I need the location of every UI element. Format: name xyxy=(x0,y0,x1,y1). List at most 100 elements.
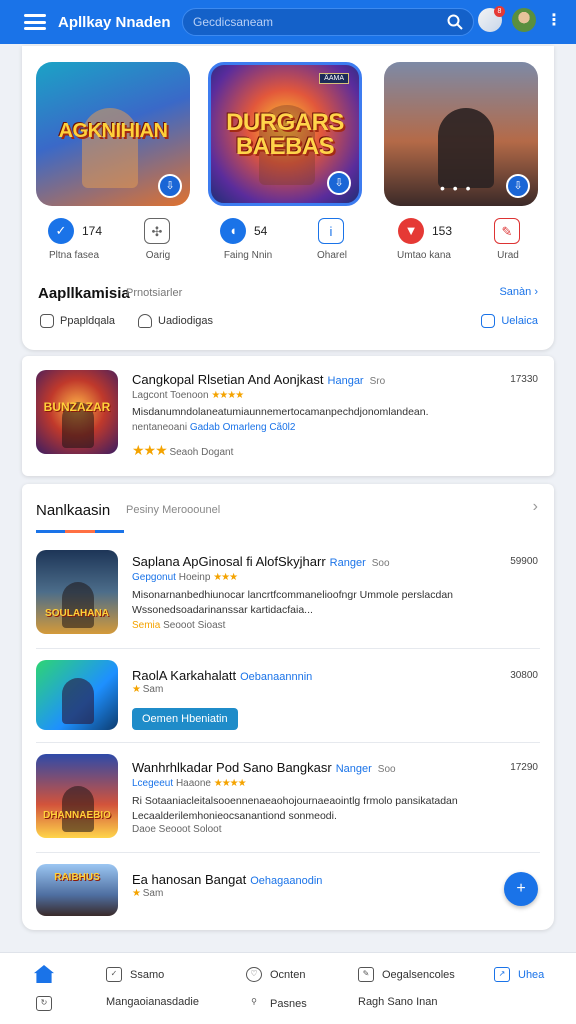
app-name: Saplana ApGinosal fi AlofSkyjharr xyxy=(132,554,326,569)
app-count: 30800 xyxy=(510,670,538,681)
heart-icon: ♡ xyxy=(246,967,262,982)
chip-filter-1[interactable]: Ppapldqala xyxy=(40,314,115,328)
app-sub-tag: Soo xyxy=(371,558,390,569)
app-name: Cangkopal Rlsetian And Aonjkast xyxy=(132,372,324,387)
app-name: Ea hanosan Bangat xyxy=(132,872,247,887)
app-title[interactable]: Cangkopal Rlsetian And Aonjkast Hangar Sro xyxy=(132,372,385,387)
nav-item-5[interactable]: ↻ xyxy=(36,996,60,1011)
app-title[interactable]: Saplana ApGinosal fi AlofSkyjharr Ranger S… xyxy=(132,554,390,569)
featured-tile-1[interactable]: AGKNIHIAN ⇩ xyxy=(36,62,190,206)
search-bar[interactable] xyxy=(182,8,474,36)
app-meta-2-link[interactable]: Gadab Omarleng Cã0l2 xyxy=(190,422,296,433)
app-thumbnail[interactable]: DHANNAEBIO xyxy=(36,754,118,838)
soldier-figure xyxy=(438,108,494,188)
app-meta-link[interactable]: Gepgonut xyxy=(132,572,176,583)
thumbnail-title: BUNZAZAR xyxy=(43,400,111,414)
app-meta-text: Haaone xyxy=(175,778,211,789)
game-art-title: AGKNIHIAN xyxy=(58,120,168,142)
edit-icon: ✎ xyxy=(358,967,374,982)
corner-label: ÄAMA xyxy=(319,73,349,84)
app-bar: Apllkay Nnaden 8 ⋮ xyxy=(0,0,576,44)
nav-item-4[interactable]: ↗ Uhea xyxy=(494,967,544,982)
menu-icon[interactable] xyxy=(24,14,46,30)
app-count: 59900 xyxy=(510,556,538,567)
install-icon[interactable]: ⇩ xyxy=(506,174,530,198)
nav-label: Mangaoianasdadie xyxy=(106,996,199,1008)
app-tag[interactable]: Ranger xyxy=(330,557,366,569)
app-tag[interactable]: Nanger xyxy=(336,763,372,775)
bottom-navigation: ✓ Ssamo ♡ Ocnten ✎ Oegalsencoles ↗ Uhea … xyxy=(0,952,576,1024)
app-thumbnail[interactable]: RAIBHUS xyxy=(36,864,118,916)
featured-tile-3[interactable]: • • • ⇩ xyxy=(384,62,538,206)
app-footer-text: Seaoh Dogant xyxy=(169,447,234,458)
carousel-dots[interactable]: • • • xyxy=(440,180,472,196)
more-options-icon[interactable]: ⋮ xyxy=(546,10,562,30)
nav-item-2[interactable]: ♡ Ocnten xyxy=(246,967,305,982)
share-icon: ↗ xyxy=(494,967,510,982)
app-title[interactable]: Ea hanosan Bangat Oehagaanodin xyxy=(132,872,322,887)
featured-card: AGKNIHIAN ⇩ ÄAMA DURGARS BAEBAS ⇩ • • • … xyxy=(22,46,554,350)
shield-check-icon: ✓ xyxy=(48,218,74,244)
nav-item-3[interactable]: ✎ Oegalsencoles xyxy=(358,967,455,982)
thumbnail-figure xyxy=(62,582,94,628)
see-all-link[interactable]: Sanàn › xyxy=(499,286,538,298)
home-icon xyxy=(34,965,54,983)
stat-item-3[interactable]: ◖ 54 xyxy=(220,218,267,244)
install-icon[interactable]: ⇩ xyxy=(327,171,351,195)
add-fab-button[interactable]: + xyxy=(504,872,538,906)
user-avatar[interactable] xyxy=(512,8,536,32)
stat-item-5[interactable]: ▼ 153 xyxy=(398,218,452,244)
chevron-right-icon[interactable]: › xyxy=(533,498,538,516)
app-tag[interactable]: Hangar xyxy=(328,375,364,387)
stat-item-2[interactable]: ✣ xyxy=(144,218,170,244)
bookmark-icon xyxy=(481,314,496,328)
app-meta-text: Hoeinp xyxy=(178,572,211,583)
divider xyxy=(36,648,540,649)
chip-filter-2[interactable]: Uadiodigas xyxy=(138,314,213,328)
stat-label: Oarig xyxy=(145,250,171,261)
ribbon-icon: ✎ xyxy=(494,218,520,244)
search-input[interactable] xyxy=(193,15,447,29)
featured-tile-2[interactable]: ÄAMA DURGARS BAEBAS ⇩ xyxy=(208,62,362,206)
nav-item-8[interactable]: Ragh Sano Inan xyxy=(358,996,438,1008)
divider xyxy=(36,852,540,853)
app-tag[interactable]: Oehagaanodin xyxy=(250,875,322,887)
stat-label: Oharel xyxy=(316,250,347,261)
install-icon[interactable]: ⇩ xyxy=(158,174,182,198)
badge-icon: i xyxy=(318,218,344,244)
app-title[interactable]: RaolA Karkahalatt Oebanaannnin xyxy=(132,668,312,683)
app-tag[interactable]: Oebanaannnin xyxy=(240,671,312,683)
app-meta: Lagcont Toenoon ★★★★ xyxy=(132,390,244,401)
stat-item-4[interactable]: i xyxy=(318,218,344,244)
app-meta-link[interactable]: Lcegeeut xyxy=(132,778,173,789)
game-art-title: DURGARS BAEBAS xyxy=(226,109,344,160)
stat-item-1[interactable]: ✓ 174 xyxy=(48,218,102,244)
app-title[interactable]: Wanhrhlkadar Pod Sano Bangkasr Nanger Soo xyxy=(132,760,396,775)
section-underline xyxy=(36,530,124,534)
stat-item-6[interactable]: ✎ xyxy=(494,218,520,244)
app-footer: Semia Seooot Sioast xyxy=(132,620,225,631)
app-footer-link[interactable]: Semia xyxy=(132,620,160,631)
app-thumbnail[interactable] xyxy=(36,660,118,730)
stat-label: Pltna fasea xyxy=(48,250,100,261)
thumbnail-figure xyxy=(62,678,94,724)
app-footer-text: Seooot Sioast xyxy=(163,620,226,631)
nav-item-7[interactable]: ⚲ Pasnes xyxy=(246,996,307,1011)
nav-home[interactable] xyxy=(34,965,62,983)
app-thumbnail[interactable]: SOULAHANA xyxy=(36,550,118,634)
chip-filter-3[interactable]: Uelaica xyxy=(481,314,538,328)
nav-item-1[interactable]: ✓ Ssamo xyxy=(106,967,164,982)
app-thumbnail[interactable]: BUNZAZAR xyxy=(36,370,118,454)
open-button[interactable]: Oemen Hbeniatin xyxy=(132,708,238,730)
stat-value: 153 xyxy=(432,224,453,238)
checkbox-icon: ✓ xyxy=(106,967,122,982)
nav-label: Oegalsencoles xyxy=(382,968,455,981)
app-title: Apllkay Nnaden xyxy=(58,13,171,31)
thumbnail-figure xyxy=(62,786,94,832)
search-icon[interactable] xyxy=(447,14,463,30)
thumbnail-title: SOULAHANA xyxy=(45,608,109,619)
notification-avatar[interactable]: 8 xyxy=(478,6,505,32)
pin-icon: ⚲ xyxy=(251,997,257,1006)
section-title: Aapllkamisia xyxy=(38,285,130,302)
nav-item-6[interactable]: Mangaoianasdadie xyxy=(106,996,199,1008)
